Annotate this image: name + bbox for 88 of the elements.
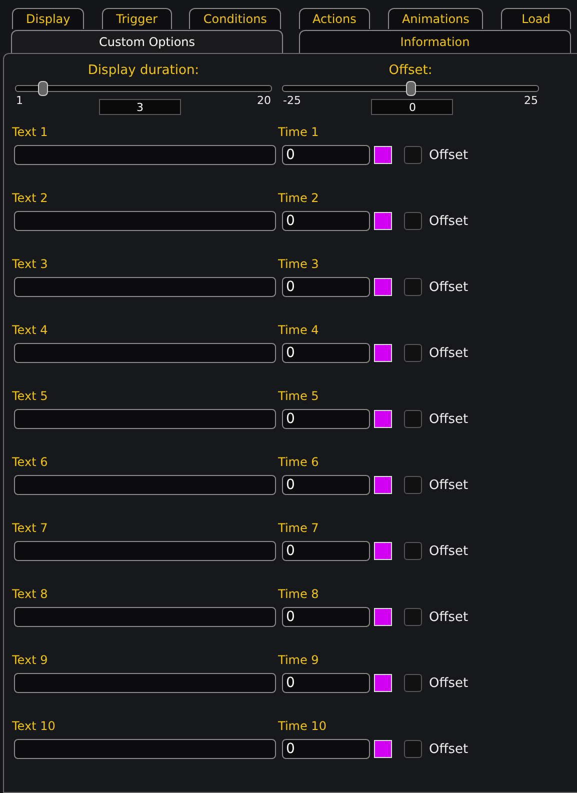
text-label: Text 5 (12, 389, 49, 404)
color-swatch[interactable] (374, 674, 392, 692)
text-label: Text 6 (12, 455, 49, 470)
slider-label: Offset: (388, 63, 432, 79)
color-swatch[interactable] (374, 344, 392, 362)
offset-checkbox[interactable] (404, 476, 422, 494)
offset-label: Offset (429, 544, 468, 558)
offset-label: Offset (429, 478, 468, 492)
text-label: Text 9 (12, 653, 49, 668)
tab[interactable]: Actions (298, 8, 370, 29)
time-label: Time 1 (278, 125, 319, 140)
time-label: Time 7 (278, 521, 319, 536)
offset-checkbox[interactable] (404, 410, 422, 428)
slider-min: -25 (283, 94, 301, 108)
color-swatch[interactable] (374, 410, 392, 428)
tab[interactable]: Display (12, 8, 84, 29)
color-swatch[interactable] (374, 476, 392, 494)
tab[interactable]: Animations (388, 8, 484, 29)
slider-label: Display duration: (88, 63, 200, 79)
slider-thumb[interactable] (38, 81, 48, 96)
time-label: Time 4 (278, 323, 319, 338)
offset-checkbox[interactable] (404, 344, 422, 362)
text-label: Text 7 (12, 521, 49, 536)
time-input[interactable]: 0 (282, 211, 370, 231)
text-input[interactable] (14, 739, 276, 759)
text-label: Text 8 (12, 587, 49, 602)
time-label: Time 2 (278, 191, 319, 206)
time-label: Time 8 (278, 587, 319, 602)
offset-checkbox[interactable] (404, 278, 422, 296)
color-swatch[interactable] (374, 212, 392, 230)
text-input[interactable] (14, 145, 276, 165)
offset-label: Offset (429, 742, 468, 756)
time-input[interactable]: 0 (282, 145, 370, 165)
time-label: Time 9 (278, 653, 319, 668)
offset-checkbox[interactable] (404, 674, 422, 692)
time-input[interactable]: 0 (282, 541, 370, 561)
color-swatch[interactable] (374, 146, 392, 164)
time-input[interactable]: 0 (282, 673, 370, 693)
text-input[interactable] (14, 673, 276, 693)
tab[interactable]: Conditions (189, 8, 281, 29)
time-input[interactable]: 0 (282, 409, 370, 429)
time-input[interactable]: 0 (282, 475, 370, 495)
color-swatch[interactable] (374, 608, 392, 626)
slider-max: 25 (524, 94, 538, 108)
time-label: Time 10 (278, 719, 326, 734)
offset-checkbox[interactable] (404, 608, 422, 626)
tab[interactable]: Custom Options (11, 30, 283, 53)
text-input[interactable] (14, 409, 276, 429)
time-input[interactable]: 0 (282, 607, 370, 627)
text-label: Text 1 (12, 125, 49, 140)
text-input[interactable] (14, 343, 276, 363)
offset-label: Offset (429, 148, 468, 162)
offset-label: Offset (429, 280, 468, 294)
text-label: Text 2 (12, 191, 49, 206)
color-swatch[interactable] (374, 278, 392, 296)
time-input[interactable]: 0 (282, 343, 370, 363)
slider-thumb[interactable] (406, 81, 416, 96)
offset-checkbox[interactable] (404, 542, 422, 560)
offset-label: Offset (429, 346, 468, 360)
offset-label: Offset (429, 676, 468, 690)
text-input[interactable] (14, 211, 276, 231)
offset-checkbox[interactable] (404, 212, 422, 230)
tab[interactable]: Trigger (102, 8, 172, 29)
tab[interactable]: Information (299, 30, 571, 53)
time-label: Time 6 (278, 455, 319, 470)
offset-checkbox[interactable] (404, 146, 422, 164)
text-input[interactable] (14, 607, 276, 627)
slider-max: 20 (257, 94, 271, 108)
time-input[interactable]: 0 (282, 277, 370, 297)
color-swatch[interactable] (374, 740, 392, 758)
text-input[interactable] (14, 475, 276, 495)
text-label: Text 4 (12, 323, 49, 338)
text-label: Text 3 (12, 257, 49, 272)
tab[interactable]: Load (501, 8, 571, 29)
time-input[interactable]: 0 (282, 739, 370, 759)
time-label: Time 3 (278, 257, 319, 272)
offset-label: Offset (429, 214, 468, 228)
time-label: Time 5 (278, 389, 319, 404)
slider-min: 1 (16, 94, 23, 108)
offset-label: Offset (429, 610, 468, 624)
offset-checkbox[interactable] (404, 740, 422, 758)
color-swatch[interactable] (374, 542, 392, 560)
text-input[interactable] (14, 277, 276, 297)
text-input[interactable] (14, 541, 276, 561)
slider-value-field[interactable]: 0 (371, 99, 454, 115)
text-label: Text 10 (12, 719, 56, 734)
slider-value-field[interactable]: 3 (99, 99, 181, 115)
offset-label: Offset (429, 412, 468, 426)
